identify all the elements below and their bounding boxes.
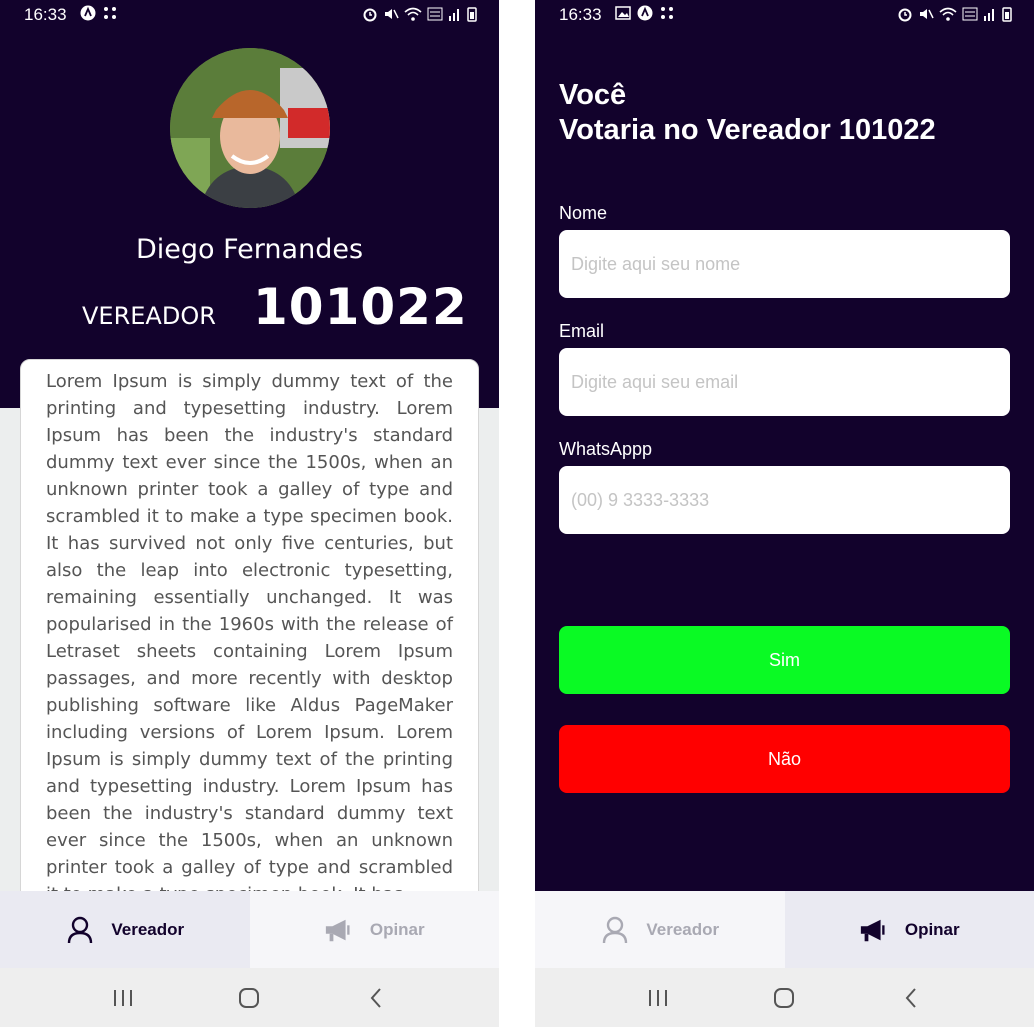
- person-icon: [65, 915, 95, 945]
- battery-icon: [1002, 7, 1012, 22]
- name-label: Nome: [559, 203, 608, 223]
- home-icon[interactable]: [764, 978, 804, 1018]
- recent-apps-icon[interactable]: [638, 978, 678, 1018]
- status-bar: 16:33: [535, 0, 1034, 32]
- tab-opinar[interactable]: Opinar: [784, 891, 1034, 968]
- megaphone-icon: [859, 915, 889, 945]
- android-nav-bar: [0, 968, 499, 1027]
- opinar-screen: 16:33 Você Votaria no Vereador 101022 No…: [535, 0, 1034, 1027]
- tab-opinar[interactable]: Opinar: [249, 891, 499, 968]
- alarm-icon: [898, 8, 912, 22]
- tab-opinar-label: Opinar: [369, 919, 425, 939]
- profile-avatar: [170, 48, 330, 208]
- signal-icon: [984, 9, 994, 21]
- candidate-name: Diego Fernandes: [135, 234, 364, 265]
- tab-vereador[interactable]: Vereador: [0, 891, 250, 968]
- whatsapp-label: WhatsAppp: [559, 439, 653, 459]
- apps-grid-icon: [104, 7, 116, 19]
- app-notification-icon: [637, 5, 653, 21]
- no-button[interactable]: Não: [559, 725, 1010, 793]
- mute-icon: [385, 9, 399, 19]
- candidate-role: VEREADOR: [82, 302, 216, 330]
- tab-opinar-label: Opinar: [904, 919, 960, 939]
- bottom-tab-bar: Vereador Opinar: [0, 891, 499, 968]
- vereador-screen: 16:33 Diego Fernandes VEREADOR 101022 Lo…: [0, 0, 499, 1027]
- wifi-icon: [404, 7, 422, 21]
- back-icon[interactable]: [356, 978, 396, 1018]
- apps-grid-icon: [661, 7, 673, 19]
- name-input[interactable]: [559, 230, 1010, 298]
- bio-card[interactable]: Lorem Ipsum is simply dummy text of the …: [20, 359, 479, 919]
- bottom-tab-bar: Vereador Opinar: [535, 891, 1034, 968]
- volte-icon: [962, 7, 978, 21]
- app-notification-icon: [80, 5, 96, 21]
- candidate-number: 101022: [253, 278, 468, 336]
- gallery-icon: [615, 6, 631, 20]
- email-label: Email: [559, 321, 605, 341]
- signal-icon: [449, 9, 459, 21]
- status-bar: 16:33: [0, 0, 499, 32]
- android-nav-bar: [535, 968, 1034, 1027]
- back-icon[interactable]: [891, 978, 931, 1018]
- bio-text: Lorem Ipsum is simply dummy text of the …: [46, 371, 453, 905]
- status-time: 16:33: [559, 5, 602, 24]
- whatsapp-input[interactable]: [559, 466, 1010, 534]
- mute-icon: [920, 9, 934, 19]
- battery-icon: [467, 7, 477, 22]
- home-icon[interactable]: [229, 978, 269, 1018]
- wifi-icon: [939, 7, 957, 21]
- status-time: 16:33: [24, 5, 67, 24]
- tab-vereador-label: Vereador: [646, 919, 720, 939]
- person-icon: [600, 915, 630, 945]
- email-input[interactable]: [559, 348, 1010, 416]
- yes-button[interactable]: Sim: [559, 626, 1010, 694]
- volte-icon: [427, 7, 443, 21]
- form-title: Você Votaria no Vereador 101022: [559, 78, 936, 148]
- form-title-line2: Votaria no Vereador 101022: [559, 114, 936, 146]
- tab-vereador-label: Vereador: [111, 919, 185, 939]
- megaphone-icon: [324, 915, 354, 945]
- alarm-icon: [363, 8, 377, 22]
- recent-apps-icon[interactable]: [103, 978, 143, 1018]
- form-title-line1: Você: [559, 79, 627, 111]
- tab-vereador[interactable]: Vereador: [535, 891, 785, 968]
